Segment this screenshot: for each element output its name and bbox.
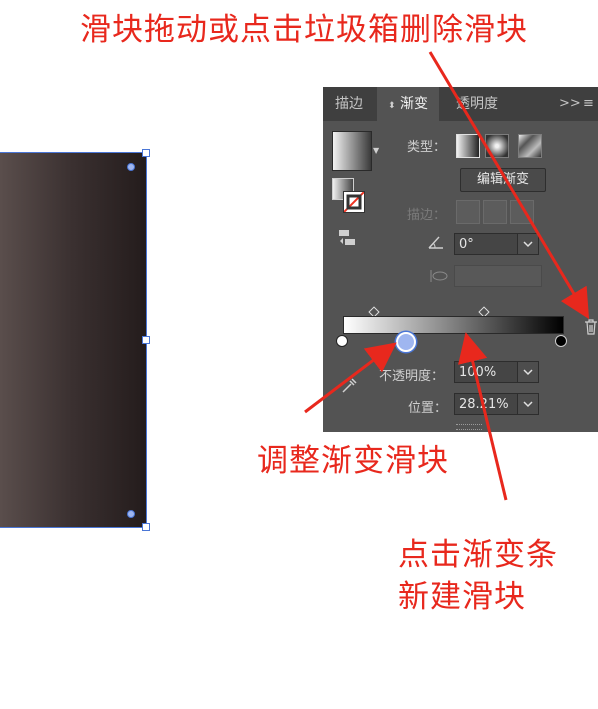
location-input[interactable]: 28.21% — [454, 393, 518, 415]
annotation-top: 滑块拖动或点击垃圾箱删除滑块 — [80, 12, 528, 48]
type-label: 类型： — [407, 140, 447, 155]
aspect-ratio-input — [454, 265, 542, 287]
preview-dropdown-arrow-icon[interactable]: ▼ — [373, 146, 379, 155]
angle-input[interactable]: 0° — [454, 233, 518, 255]
tab-stroke[interactable]: 描边 — [323, 87, 375, 121]
gradient-panel: 描边 ⬍ 渐变 透明度 >> ≡ ▼ 类型： 编辑渐变 描边： 0° 不透明度：… — [323, 87, 598, 432]
gradient-stop-end[interactable] — [555, 335, 567, 347]
angle-icon — [428, 235, 444, 253]
gradient-filled-rectangle[interactable] — [0, 153, 147, 527]
location-dropdown-button[interactable] — [517, 393, 539, 415]
gradient-stop-start[interactable] — [336, 335, 348, 347]
annotation-adjust-slider: 调整渐变滑块 — [257, 443, 449, 479]
tab-transparency-label: 透明度 — [456, 96, 498, 112]
chevron-down-icon — [523, 401, 533, 408]
no-stroke-slash-icon — [343, 191, 365, 213]
corner-widget-bottom[interactable] — [127, 510, 135, 518]
tab-transparency[interactable]: 透明度 — [447, 87, 507, 121]
angle-dropdown-button[interactable] — [517, 233, 539, 255]
edit-gradient-button[interactable]: 编辑渐变 — [460, 168, 546, 192]
updown-arrow-icon: ⬍ — [388, 101, 396, 111]
tab-stroke-label: 描边 — [335, 96, 363, 112]
stroke-apply-along-icon — [483, 200, 507, 224]
selection-handle-middle-right[interactable] — [142, 336, 150, 344]
stroke-label: 描边： — [407, 208, 447, 223]
selection-handle-bottom-right[interactable] — [142, 523, 150, 531]
annotation-create-slider-line1: 点击渐变条 — [398, 537, 558, 573]
resize-grip[interactable] — [456, 424, 482, 430]
tab-gradient-label: 渐变 — [400, 96, 428, 112]
panel-tab-bar: 描边 ⬍ 渐变 透明度 >> ≡ — [323, 87, 598, 121]
tab-gradient[interactable]: ⬍ 渐变 — [377, 87, 439, 121]
radial-gradient-button[interactable] — [485, 134, 509, 158]
freeform-gradient-button[interactable] — [518, 134, 542, 158]
linear-gradient-button[interactable] — [456, 134, 480, 158]
panel-overflow-button[interactable]: >> — [559, 87, 581, 121]
eyedropper-icon[interactable] — [341, 378, 357, 398]
corner-widget-top[interactable] — [127, 163, 135, 171]
annotation-create-slider-line2: 新建滑块 — [398, 579, 526, 615]
delete-stop-trash-icon[interactable] — [584, 319, 598, 339]
stroke-none-swatch[interactable] — [343, 191, 365, 213]
selection-bottom-edge — [0, 527, 146, 528]
gradient-stop-selected[interactable] — [396, 332, 416, 352]
opacity-input[interactable]: 100% — [454, 361, 518, 383]
location-label: 位置： — [408, 401, 448, 416]
gradient-slider-bar[interactable] — [343, 316, 564, 334]
panel-menu-icon[interactable]: ≡ — [583, 87, 595, 121]
selection-top-edge — [0, 152, 146, 153]
chevron-down-icon — [523, 241, 533, 248]
aspect-ratio-icon — [428, 268, 448, 288]
stroke-apply-across-icon — [510, 200, 534, 224]
selection-handle-top-right[interactable] — [142, 149, 150, 157]
reverse-gradient-icon[interactable] — [337, 229, 357, 247]
opacity-label: 不透明度： — [379, 369, 445, 384]
stroke-apply-within-icon — [456, 200, 480, 224]
opacity-dropdown-button[interactable] — [517, 361, 539, 383]
chevron-down-icon — [523, 369, 533, 376]
gradient-preview-swatch[interactable] — [332, 131, 372, 171]
